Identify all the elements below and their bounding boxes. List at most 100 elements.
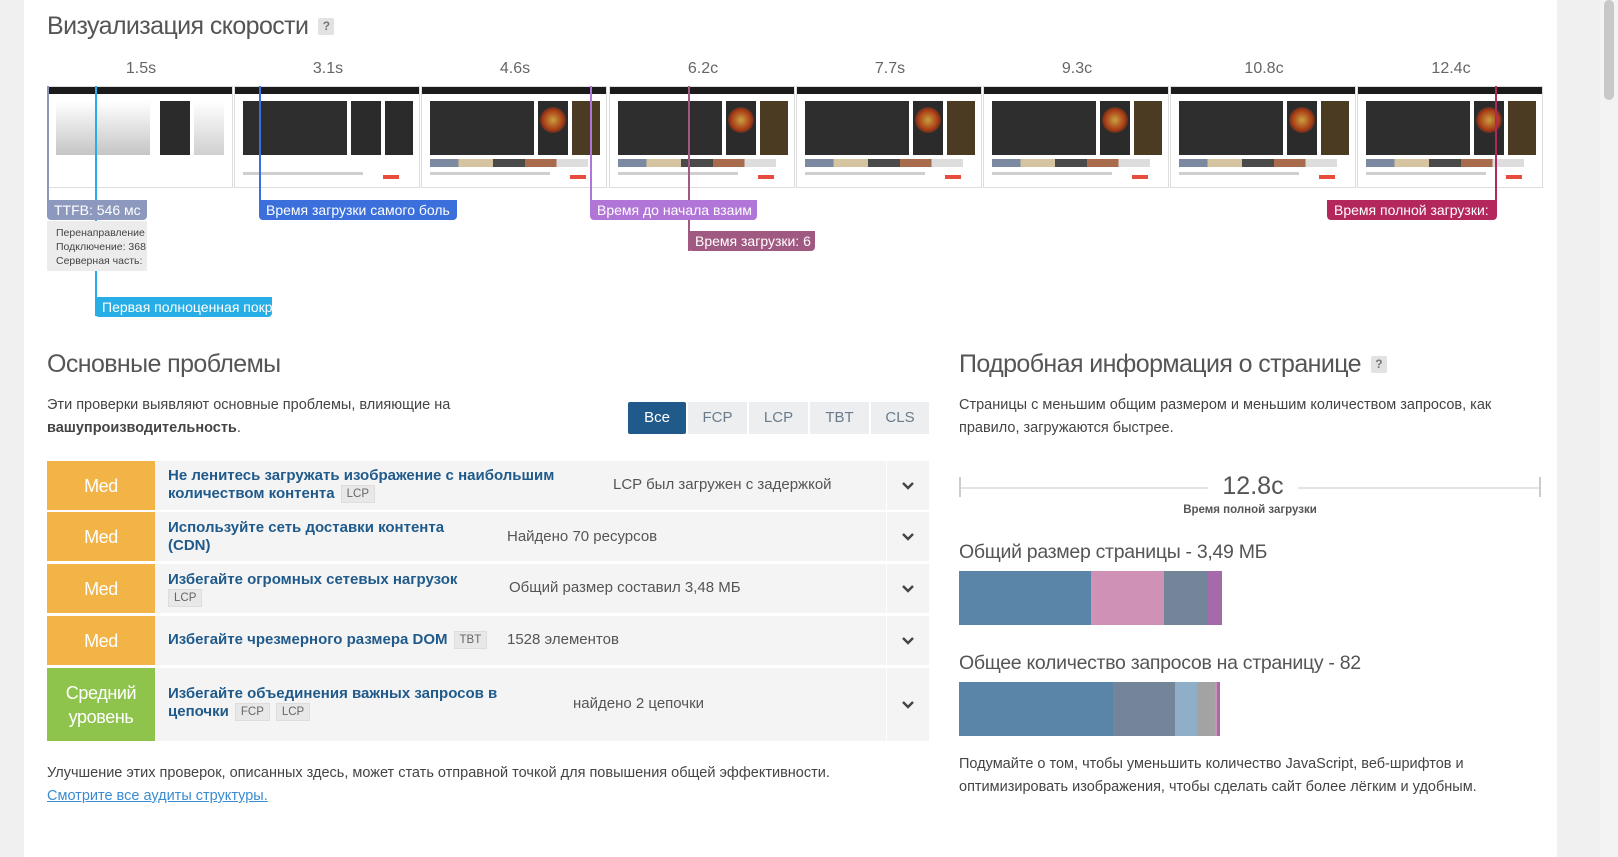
frame-time-label: 7.7s: [874, 60, 906, 77]
issue-row[interactable]: Med Избегайте огромных сетевых нагрузок …: [47, 564, 929, 613]
problems-desc-end: .: [236, 420, 241, 436]
page-size-segment[interactable]: [1207, 571, 1222, 625]
issue-title-line1: Избегайте чрезмерного размера DOM: [168, 631, 448, 648]
issue-row[interactable]: Средний уровень Избегайте объединения ва…: [47, 668, 929, 741]
scrollbar-thumb[interactable]: [1604, 0, 1614, 100]
ttfb-marker[interactable]: TTFB: 546 мс: [47, 200, 147, 220]
footer-text: Улучшение этих проверок, описанных здесь…: [47, 765, 830, 781]
details-note-line2: оптимизировать изображения, чтобы сделат…: [959, 779, 1477, 795]
filmstrip-frame[interactable]: [421, 86, 607, 188]
fully-loaded-marker[interactable]: Время полной загрузки:: [1327, 200, 1497, 220]
filmstrip-frame[interactable]: [1170, 86, 1356, 188]
filter-all[interactable]: Все: [628, 402, 686, 434]
filmstrip-frame[interactable]: [234, 86, 420, 188]
filter-tbt[interactable]: TBT: [810, 402, 869, 434]
fully-loaded-label: Время полной загрузки: [1183, 504, 1317, 516]
frame-time-label: 3.1s: [312, 60, 344, 77]
filmstrip-frame[interactable]: [47, 86, 233, 188]
expand-chevron-icon[interactable]: [886, 668, 929, 741]
speed-visualization-title: Визуализация скорости?: [47, 12, 335, 41]
tti-line: [590, 86, 592, 216]
details-desc-line2: правило, загружаются быстрее.: [959, 420, 1174, 436]
metric-filter: Все FCP LCP TBT CLS: [628, 402, 929, 434]
problems-desc-line1: Эти проверки выявляют основные проблемы,…: [47, 397, 451, 413]
fully-loaded-line: [1495, 86, 1497, 216]
page-size-segment[interactable]: [959, 571, 1091, 625]
fcp-marker[interactable]: Первая полноценная покр: [95, 297, 272, 317]
filmstrip-frame[interactable]: [1357, 86, 1543, 188]
details-description: Страницы с меньшим общим размером и мень…: [959, 394, 1491, 440]
issue-title-line1: Избегайте объединения важных запросов в: [168, 685, 498, 702]
lcp-marker[interactable]: Время загрузки самого боль: [259, 200, 457, 220]
severity-line1: Средний: [65, 682, 137, 703]
issue-row[interactable]: Med Используйте сеть доставки контента (…: [47, 512, 929, 561]
problems-title: Основные проблемы: [47, 350, 281, 378]
filter-lcp[interactable]: LCP: [749, 402, 808, 434]
tag-lcp: LCP: [168, 589, 203, 607]
problems-desc-line2: вашупроизводительность.: [47, 417, 450, 440]
issue-title[interactable]: Используйте сеть доставки контента (CDN): [168, 519, 444, 555]
severity-badge: Med: [47, 512, 155, 561]
details-title-text: Подробная информация о странице: [959, 350, 1362, 378]
frame-time-label: 12.4c: [1431, 60, 1471, 77]
frame-time-label: 4.6s: [499, 60, 531, 77]
severity-badge: Med: [47, 616, 155, 665]
issue-title-line1: Избегайте огромных сетевых нагрузок: [168, 571, 458, 588]
requests-segment[interactable]: [1113, 682, 1175, 736]
help-icon[interactable]: ?: [318, 18, 335, 35]
page-size-title: Общий размер страницы - 3,49 МБ: [959, 541, 1268, 563]
issue-result: Общий размер составил 3,48 МБ: [509, 579, 741, 596]
tag-lcp: LCP: [340, 485, 375, 503]
frame-time-label: 10.8c: [1244, 60, 1284, 77]
issue-result: найдено 2 цепочки: [573, 695, 705, 712]
issue-title[interactable]: Избегайте объединения важных запросов в …: [168, 685, 497, 721]
issue-title-line2: LCP: [162, 589, 457, 607]
filmstrip-frame[interactable]: [796, 86, 982, 188]
issue-title[interactable]: Избегайте огромных сетевых нагрузок LCP: [168, 571, 457, 607]
issue-title-line1: Не ленитесь загружать изображение с наиб…: [168, 467, 555, 484]
requests-segment[interactable]: [1175, 682, 1197, 736]
ttfb-backend: Серверная часть:: [56, 255, 143, 267]
load-line: [688, 86, 690, 251]
filter-fcp[interactable]: FCP: [688, 402, 747, 434]
issue-title[interactable]: Избегайте чрезмерного размера DOM TBT: [168, 631, 488, 649]
all-audits-link[interactable]: Смотрите все аудиты структуры.: [47, 788, 268, 804]
page-details-title: Подробная информация о странице?: [959, 350, 1387, 379]
speed-title-text: Визуализация скорости: [47, 12, 309, 40]
frame-time-label: 6.2c: [687, 60, 719, 77]
help-icon[interactable]: ?: [1370, 356, 1387, 373]
tti-marker[interactable]: Время до начала взаим: [590, 200, 757, 220]
severity-line2: уровень: [68, 706, 134, 727]
severity-badge: Med: [47, 564, 155, 613]
requests-title: Общее количество запросов на страницу - …: [959, 652, 1361, 674]
load-time-marker[interactable]: Время загрузки: 6: [688, 231, 815, 251]
expand-chevron-icon[interactable]: [886, 616, 929, 665]
tag-lcp: LCP: [275, 703, 311, 721]
requests-segment[interactable]: [1197, 682, 1215, 736]
issue-title[interactable]: Не ленитесь загружать изображение с наиб…: [168, 467, 554, 503]
filmstrip-frame[interactable]: [983, 86, 1169, 188]
severity-badge: Med: [47, 461, 155, 510]
page-size-segment[interactable]: [1091, 571, 1164, 625]
issue-row[interactable]: Med Избегайте чрезмерного размера DOM TBT…: [47, 616, 929, 665]
issue-title-line2-text: количеством контента: [168, 485, 335, 502]
problems-footer: Улучшение этих проверок, описанных здесь…: [47, 762, 830, 808]
frame-time-label: 9.3c: [1061, 60, 1093, 77]
expand-chevron-icon[interactable]: [886, 512, 929, 561]
filmstrip-frame[interactable]: [609, 86, 795, 188]
problems-desc-bold: вашупроизводительность: [47, 420, 237, 436]
issue-title-line2: цепочки FCP LCP: [168, 703, 497, 721]
requests-segment[interactable]: [959, 682, 1113, 736]
ttfb-redirect: Перенаправление: [56, 227, 145, 239]
page-scrollbar[interactable]: [1600, 0, 1618, 857]
fully-loaded-value: 12.8c: [1208, 472, 1298, 501]
expand-chevron-icon[interactable]: [886, 461, 929, 510]
severity-badge: Средний уровень: [47, 668, 155, 741]
filter-cls[interactable]: CLS: [871, 402, 929, 434]
issue-result: 1528 элементов: [507, 631, 619, 648]
details-desc-line1: Страницы с меньшим общим размером и мень…: [959, 397, 1492, 413]
page-size-segment[interactable]: [1164, 571, 1207, 625]
expand-chevron-icon[interactable]: [886, 564, 929, 613]
requests-segment[interactable]: [1217, 682, 1220, 736]
issue-row[interactable]: Med Не ленитесь загружать изображение с …: [47, 461, 929, 510]
